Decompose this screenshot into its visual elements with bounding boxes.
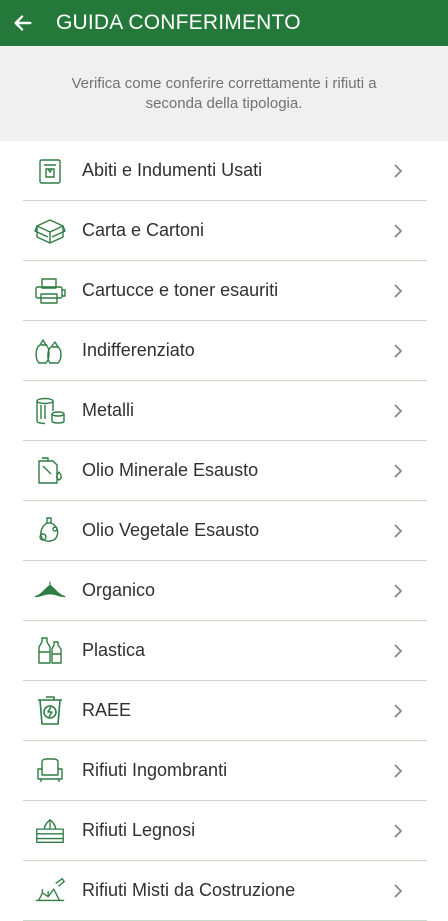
chevron-right-icon	[394, 223, 403, 238]
oil-bottle-icon	[39, 516, 59, 542]
category-label: Metalli	[82, 400, 135, 420]
intro-banner: Verifica come conferire correttamente i …	[0, 46, 448, 141]
category-item-plastica[interactable]: Plastica	[23, 621, 427, 681]
chevron-right-icon	[394, 643, 403, 658]
metal-cans-icon	[36, 397, 65, 424]
chevron-right-icon	[394, 883, 403, 898]
printer-icon	[35, 277, 66, 304]
category-label: Rifiuti Misti da Costruzione	[82, 880, 296, 900]
category-item-olio-vegetale[interactable]: Olio Vegetale Esausto	[23, 501, 427, 561]
app-header: GUIDA CONFERIMENTO	[0, 0, 448, 46]
chevron-right-icon	[394, 463, 403, 478]
category-label: Abiti e Indumenti Usati	[82, 160, 263, 180]
category-item-misti-costruzione[interactable]: Rifiuti Misti da Costruzione	[23, 861, 427, 921]
category-label: Olio Vegetale Esausto	[82, 520, 260, 540]
back-button[interactable]	[6, 0, 40, 46]
category-item-metalli[interactable]: Metalli	[23, 381, 427, 441]
chevron-right-icon	[394, 523, 403, 538]
chevron-right-icon	[394, 763, 403, 778]
chevron-right-icon	[394, 583, 403, 598]
organic-leaf-icon	[34, 581, 66, 597]
category-item-cartucce[interactable]: Cartucce e toner esauriti	[23, 261, 427, 321]
category-item-legnosi[interactable]: Rifiuti Legnosi	[23, 801, 427, 861]
wood-crate-icon	[36, 818, 64, 843]
category-label: Olio Minerale Esausto	[82, 460, 259, 480]
chevron-right-icon	[394, 823, 403, 838]
page-title: GUIDA CONFERIMENTO	[56, 11, 301, 34]
category-item-ingombranti[interactable]: Rifiuti Ingombranti	[23, 741, 427, 801]
category-item-indifferenziato[interactable]: Indifferenziato	[23, 321, 427, 381]
plastic-bottles-icon	[38, 636, 62, 664]
chevron-right-icon	[394, 343, 403, 358]
chevron-right-icon	[394, 403, 403, 418]
clothes-bin-icon	[39, 158, 61, 184]
category-label: Cartucce e toner esauriti	[82, 280, 279, 300]
category-item-organico[interactable]: Organico	[23, 561, 427, 621]
category-list: Abiti e Indumenti Usati Carta e Cartoni …	[0, 141, 448, 921]
category-item-abiti[interactable]: Abiti e Indumenti Usati	[23, 141, 427, 201]
electronics-bin-icon	[38, 695, 62, 725]
category-item-raee[interactable]: RAEE	[23, 681, 427, 741]
category-label: Rifiuti Legnosi	[82, 820, 196, 840]
category-label: RAEE	[82, 700, 132, 720]
armchair-icon	[37, 757, 63, 782]
garbage-bags-icon	[35, 338, 62, 364]
construction-icon	[35, 877, 65, 901]
chevron-right-icon	[394, 703, 403, 718]
category-label: Indifferenziato	[82, 340, 195, 360]
chevron-right-icon	[394, 283, 403, 298]
cardboard-box-icon	[34, 218, 66, 244]
category-label: Organico	[82, 580, 156, 600]
category-item-carta[interactable]: Carta e Cartoni	[23, 201, 427, 261]
arrow-left-icon	[14, 15, 32, 31]
category-item-olio-minerale[interactable]: Olio Minerale Esausto	[23, 441, 427, 501]
category-label: Rifiuti Ingombranti	[82, 760, 228, 780]
intro-text: Verifica come conferire correttamente i …	[71, 74, 377, 112]
category-label: Plastica	[82, 640, 146, 660]
category-label: Carta e Cartoni	[82, 220, 205, 240]
oil-canister-icon	[38, 456, 62, 484]
chevron-right-icon	[394, 163, 403, 178]
